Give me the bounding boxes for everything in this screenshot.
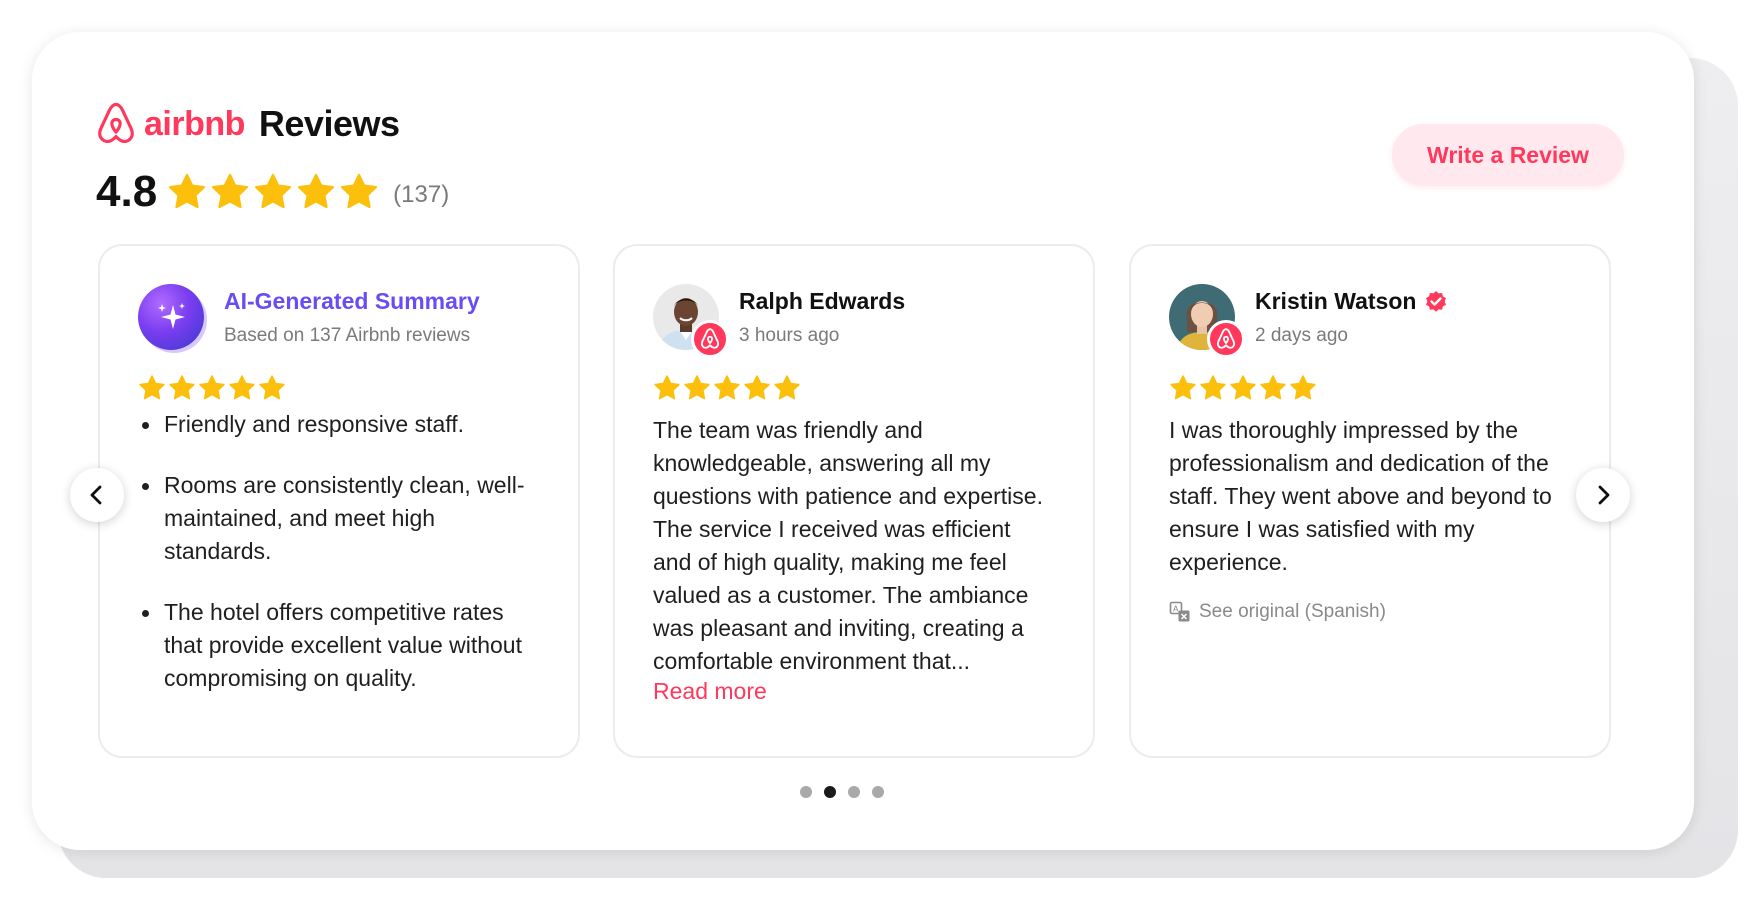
rating-value: 4.8 xyxy=(96,167,158,216)
see-original-label: See original (Spanish) xyxy=(1199,601,1386,622)
review-card: Ralph Edwards 3 hours ago The team was f… xyxy=(613,244,1095,758)
review-time: 2 days ago xyxy=(1255,325,1348,346)
review-card: Kristin Watson 2 days ago I was thorough… xyxy=(1129,244,1611,758)
ai-summary-subtitle: Based on 137 Airbnb reviews xyxy=(224,325,471,346)
verified-badge-icon xyxy=(1426,290,1447,312)
brand-name: airbnb xyxy=(144,104,245,143)
pagination-dot[interactable] xyxy=(872,786,884,798)
review-text: The team was friendly and knowledgeable,… xyxy=(653,417,1043,674)
avatar xyxy=(1169,284,1245,358)
translate-icon: A xyxy=(1169,601,1190,622)
card-stars xyxy=(653,374,1055,402)
card-header: AI-Generated Summary Based on 137 Airbnb… xyxy=(138,284,540,352)
star-icon xyxy=(255,173,292,209)
carousel-prev-button[interactable] xyxy=(70,468,124,522)
star-icon xyxy=(774,375,800,400)
star-icon xyxy=(744,375,770,400)
sparkles-icon xyxy=(138,284,204,350)
reviewer-name: Kristin Watson xyxy=(1255,288,1417,314)
pagination-dot[interactable] xyxy=(848,786,860,798)
overall-rating: 4.8 (137) xyxy=(96,167,450,216)
star-icon xyxy=(298,173,335,209)
chevron-right-icon xyxy=(1598,485,1610,505)
star-icon xyxy=(1230,375,1256,400)
page-title: Reviews xyxy=(258,103,400,144)
star-icon xyxy=(199,375,225,400)
card-header-text: Kristin Watson 2 days ago xyxy=(1255,284,1448,347)
pagination-dot[interactable] xyxy=(800,786,812,798)
star-icon xyxy=(714,375,740,400)
star-icon xyxy=(259,375,285,400)
carousel-next-button[interactable] xyxy=(1576,468,1630,522)
avatar xyxy=(653,284,729,358)
star-icon xyxy=(684,375,710,400)
star-icon xyxy=(212,173,249,209)
star-icon xyxy=(169,375,195,400)
review-time: 3 hours ago xyxy=(739,325,840,346)
list-item: Friendly and responsive staff. xyxy=(138,408,540,441)
read-more-link[interactable]: Read more xyxy=(653,678,767,705)
star-icon xyxy=(1260,375,1286,400)
star-icon xyxy=(169,173,206,209)
ai-summary-card: AI-Generated Summary Based on 137 Airbnb… xyxy=(98,244,580,758)
chevron-left-icon xyxy=(90,485,102,505)
write-review-button[interactable]: Write a Review xyxy=(1392,124,1624,186)
airbnb-badge-icon xyxy=(1207,320,1245,358)
star-icon xyxy=(229,375,255,400)
svg-text:A: A xyxy=(1173,605,1179,614)
airbnb-icon xyxy=(98,102,134,144)
card-stars xyxy=(138,374,540,402)
rating-stars xyxy=(167,172,379,212)
star-icon xyxy=(654,375,680,400)
review-count: (137) xyxy=(393,181,450,208)
card-header-text: AI-Generated Summary Based on 137 Airbnb… xyxy=(224,284,480,347)
ai-avatar xyxy=(138,284,204,350)
see-original-link[interactable]: A See original (Spanish) xyxy=(1169,601,1571,623)
reviewer-name: Ralph Edwards xyxy=(739,288,906,314)
pagination-dot[interactable] xyxy=(824,786,836,798)
star-icon xyxy=(139,375,165,400)
card-header: Ralph Edwards 3 hours ago xyxy=(653,284,1055,358)
card-stars xyxy=(1169,374,1571,402)
widget-header: airbnb Reviews 4.8 (137) xyxy=(96,100,449,216)
list-item: Rooms are consistently clean, well-maint… xyxy=(138,469,540,568)
list-item: The hotel offers competitive rates that … xyxy=(138,596,540,695)
star-icon xyxy=(1200,375,1226,400)
airbnb-badge-icon xyxy=(691,320,729,358)
reviewer-name-row: Kristin Watson xyxy=(1255,288,1448,315)
carousel-pagination xyxy=(800,786,884,798)
card-header: Kristin Watson 2 days ago xyxy=(1169,284,1571,358)
card-header-text: Ralph Edwards 3 hours ago xyxy=(739,284,905,347)
ai-summary-title: AI-Generated Summary xyxy=(224,288,480,314)
airbnb-logo: airbnb xyxy=(96,102,245,146)
star-icon xyxy=(341,173,378,209)
brand-row: airbnb Reviews xyxy=(96,100,449,148)
summary-list: Friendly and responsive staff. Rooms are… xyxy=(138,408,540,695)
review-text: I was thoroughly impressed by the profes… xyxy=(1169,417,1552,575)
star-icon xyxy=(1290,375,1316,400)
star-icon xyxy=(1170,375,1196,400)
